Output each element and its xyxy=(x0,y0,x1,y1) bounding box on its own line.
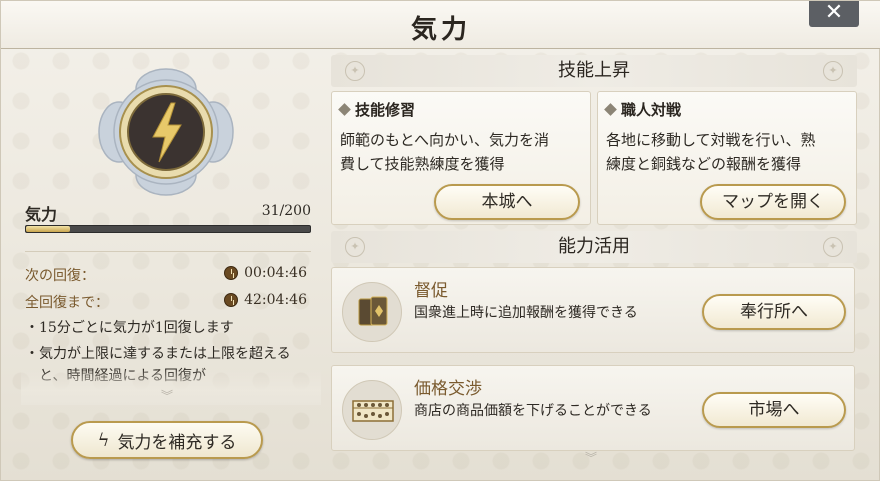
skill-heading-text: 技能上昇 xyxy=(558,60,630,81)
ability-card-negotiate: 価格交渉 商店の商品価額を下げることができる 市場へ xyxy=(331,365,855,451)
dialog-title: 気力 xyxy=(410,15,471,45)
ornament-icon: ✦ xyxy=(345,237,365,257)
full-recovery-row: 全回復まで： 42:04:46 xyxy=(25,292,311,312)
divider xyxy=(25,251,311,252)
stamina-emblem-icon xyxy=(97,67,235,197)
ability-description: 国衆進上時に追加報酬を獲得できる xyxy=(414,305,638,321)
ability-section-heading: ✦ 能力活用 ✦ xyxy=(331,231,857,263)
stamina-bar-fill xyxy=(26,226,71,232)
clock-icon xyxy=(224,266,239,280)
title-bar: 気力 xyxy=(1,1,880,49)
full-recovery-label: 全回復まで： xyxy=(25,295,109,311)
lightning-icon: ϟ xyxy=(97,429,110,451)
ability-title: 価格交渉 xyxy=(414,379,482,399)
refill-stamina-button[interactable]: ϟ 気力を補充する xyxy=(71,421,263,459)
ability-description: 商店の商品価額を下げることができる xyxy=(414,403,652,419)
go-to-magistrate-button[interactable]: 奉行所へ xyxy=(702,294,846,330)
open-map-button[interactable]: マップを開く xyxy=(700,184,846,220)
diamond-icon xyxy=(338,103,351,116)
note-line: ・15分ごとに気力が1回復します xyxy=(25,320,234,336)
ornament-icon: ✦ xyxy=(345,61,365,81)
stamina-value: 31/200 xyxy=(261,203,311,219)
ability-title: 督促 xyxy=(414,281,448,301)
chevron-down-icon: ︾ xyxy=(585,451,598,465)
abacus-icon xyxy=(342,380,402,440)
next-recovery-row: 次の回復： 00:04:46 xyxy=(25,265,311,285)
go-to-market-button[interactable]: 市場へ xyxy=(702,392,846,428)
stamina-label: 気力 xyxy=(25,205,58,224)
card-title: 職人対戦 xyxy=(621,101,682,119)
card-description: 各地に移動して対戦を行い、熟 練度と銅銭などの報酬を獲得 xyxy=(606,131,816,173)
diamond-icon xyxy=(604,103,617,116)
stamina-dialog: 気力 ✕ 気力 31/200 次の回復： 00:04:46 全回復まで： 42:… xyxy=(0,0,880,481)
close-button[interactable]: ✕ xyxy=(809,1,859,27)
ornament-icon: ✦ xyxy=(823,237,843,257)
ability-heading-text: 能力活用 xyxy=(558,236,630,257)
close-icon: ✕ xyxy=(824,0,844,25)
ornament-icon: ✦ xyxy=(823,61,843,81)
skill-card-training: 技能修習 師範のもとへ向かい、気力を消 費して技能熟練度を獲得 本城へ xyxy=(331,91,591,225)
ability-card-urge: 督促 国衆進上時に追加報酬を獲得できる 奉行所へ xyxy=(331,267,855,353)
card-description: 師範のもとへ向かい、気力を消 費して技能熟練度を獲得 xyxy=(340,131,549,173)
next-recovery-time: 00:04:46 xyxy=(244,265,307,281)
stamina-bar xyxy=(25,225,311,233)
tokens-icon xyxy=(342,282,402,342)
refill-stamina-label: 気力を補充する xyxy=(117,432,237,453)
skill-section-heading: ✦ 技能上昇 ✦ xyxy=(331,55,857,87)
full-recovery-time: 42:04:46 xyxy=(244,292,307,308)
next-recovery-label: 次の回復： xyxy=(25,268,95,284)
clock-icon xyxy=(224,293,239,307)
chevron-down-icon: ︾ xyxy=(161,389,174,403)
go-to-castle-button[interactable]: 本城へ xyxy=(434,184,580,220)
skill-card-duel: 職人対戦 各地に移動して対戦を行い、熟 練度と銅銭などの報酬を獲得 マップを開く xyxy=(597,91,857,225)
card-title: 技能修習 xyxy=(355,101,416,119)
